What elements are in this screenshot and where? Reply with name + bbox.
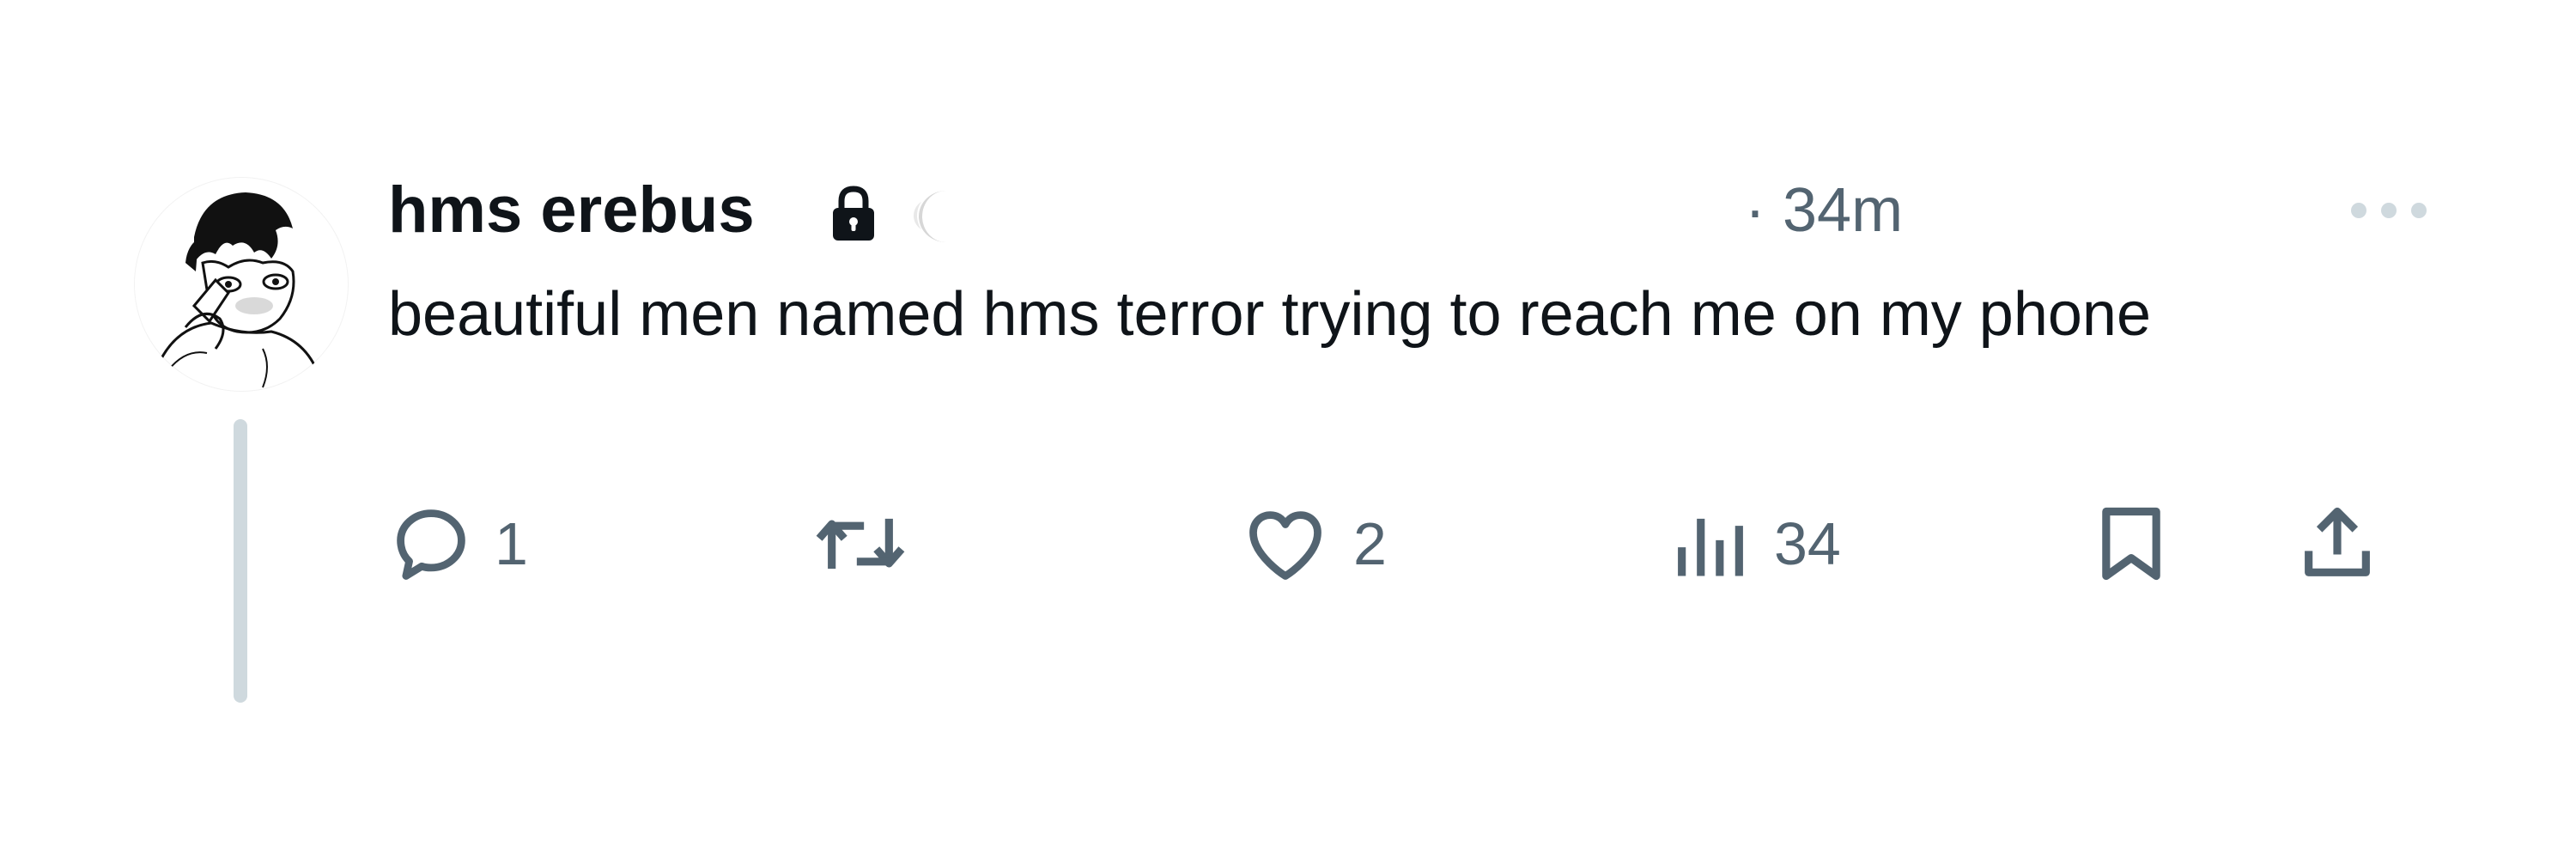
views-button[interactable]: 34 xyxy=(1668,497,1841,591)
display-name[interactable]: hms erebus xyxy=(388,172,755,249)
lock-icon xyxy=(833,186,874,241)
bookmark-icon xyxy=(2102,507,2160,581)
timestamp[interactable]: · 34m xyxy=(1745,172,1903,249)
thread-line xyxy=(234,419,247,703)
reply-button[interactable]: 1 xyxy=(388,497,528,591)
tweet-header: hms erebus · 34m xyxy=(388,172,2432,249)
like-count: 2 xyxy=(1353,510,1387,577)
reply-icon xyxy=(397,509,465,580)
share-icon xyxy=(2305,507,2370,576)
bookmark-button[interactable] xyxy=(2088,497,2174,591)
tweet-text: beautiful men named hms terror trying to… xyxy=(388,280,2152,349)
tweet[interactable]: hms erebus · 34m beautiful men named hms… xyxy=(0,0,2576,859)
reply-count: 1 xyxy=(495,510,528,577)
views-count: 34 xyxy=(1774,510,1841,577)
handle-edge xyxy=(919,191,974,242)
like-button[interactable]: 2 xyxy=(1238,497,1387,591)
avatar-illustration-icon xyxy=(135,178,348,391)
username-handle[interactable] xyxy=(917,191,1381,241)
more-icon[interactable] xyxy=(2346,198,2432,223)
views-icon xyxy=(1678,518,1743,576)
retweet-icon xyxy=(816,518,905,570)
avatar[interactable] xyxy=(134,177,349,392)
share-button[interactable] xyxy=(2294,497,2380,591)
heart-icon xyxy=(1249,511,1321,580)
action-bar: 1 2 34 xyxy=(388,497,2483,591)
retweet-button[interactable] xyxy=(809,497,933,591)
